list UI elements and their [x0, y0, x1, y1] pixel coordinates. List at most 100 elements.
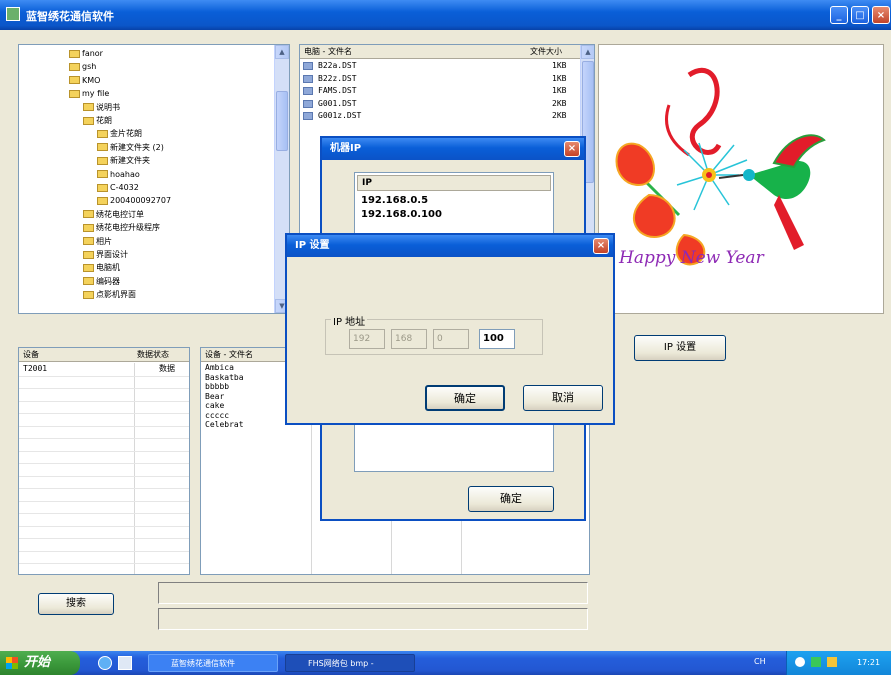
ip-setting-button[interactable]: IP 设置: [634, 335, 726, 361]
tree-item[interactable]: 绣花电控订单: [83, 210, 144, 220]
status-field-2: [158, 608, 588, 630]
quicklaunch-ie-icon[interactable]: [98, 656, 112, 670]
scroll-thumb[interactable]: [276, 91, 288, 151]
device-row[interactable]: T2001 数据: [19, 363, 189, 375]
preview-caption: Happy New Year: [618, 248, 765, 268]
tree-item[interactable]: fanor: [69, 49, 103, 59]
taskbar-task-app[interactable]: 蓝智绣花通信软件: [148, 654, 278, 672]
col-data-status[interactable]: 数据状态: [137, 348, 169, 361]
tree-item[interactable]: 界面设计: [83, 250, 128, 260]
tree-item[interactable]: 金片花朗: [97, 129, 142, 139]
maximize-icon[interactable]: □: [851, 6, 869, 24]
device-list[interactable]: T2001 数据: [19, 363, 189, 574]
ip-list-dialog-title[interactable]: 机器IP: [322, 138, 584, 160]
language-indicator[interactable]: CH: [754, 657, 766, 666]
close-icon[interactable]: ×: [593, 238, 609, 254]
tree-item[interactable]: 新建文件夹 (2): [97, 143, 164, 153]
taskbar-task-image[interactable]: FHS网络包 bmp -: [285, 654, 415, 672]
device-file-name: Baskatba: [205, 372, 244, 382]
tree-item-label: 金片花朗: [110, 129, 142, 139]
clock[interactable]: 17:21: [857, 658, 880, 667]
tree-item-label: 相片: [96, 236, 112, 246]
grid-line: [19, 400, 189, 402]
quicklaunch-desktop-icon[interactable]: [118, 656, 132, 670]
tray-icon[interactable]: [795, 657, 805, 667]
tree-item[interactable]: hoahao: [97, 170, 140, 180]
tree-item[interactable]: 200400092707: [97, 196, 171, 206]
file-row[interactable]: FAMS.DST 1KB: [300, 85, 580, 97]
folder-icon: [69, 49, 80, 58]
start-label: 开始: [24, 655, 51, 670]
ip-setting-dialog-title-text: IP 设置: [295, 240, 330, 251]
tree-item[interactable]: 编码器: [83, 277, 120, 287]
ip-octet-1[interactable]: 192: [349, 329, 385, 349]
folder-icon: [97, 170, 108, 179]
folder-icon: [83, 263, 94, 272]
tree-item-label: 新建文件夹 (2): [110, 142, 164, 152]
tree-item[interactable]: 电脑机: [83, 263, 120, 273]
tree-item[interactable]: 点影机界面: [83, 290, 136, 300]
file-row[interactable]: B22z.DST 1KB: [300, 73, 580, 85]
device-list-panel[interactable]: 设备 数据状态 T2001 数据: [18, 347, 190, 575]
col-ip[interactable]: IP: [357, 175, 551, 191]
grid-line: [19, 500, 189, 502]
ip-setting-dialog-title[interactable]: IP 设置: [287, 235, 613, 257]
file-row[interactable]: G001z.DST 2KB: [300, 110, 580, 122]
col-device-file-name[interactable]: 设备 - 文件名: [205, 348, 253, 361]
close-icon[interactable]: ×: [872, 6, 890, 24]
col-file-name[interactable]: 电脑 - 文件名: [304, 45, 352, 58]
col-device[interactable]: 设备: [23, 348, 39, 361]
file-size: 1KB: [552, 73, 567, 83]
window-titlebar[interactable]: 蓝智绣花通信软件 _ □ ×: [0, 0, 891, 30]
tree-item[interactable]: my file: [69, 89, 109, 99]
tree-item-label: 电脑机: [96, 263, 120, 273]
tray-icon[interactable]: [827, 657, 837, 667]
file-row[interactable]: G001.DST 2KB: [300, 98, 580, 110]
tree-item-label: 绣花电控订单: [96, 209, 144, 219]
grid-line: [19, 525, 189, 527]
tree-item[interactable]: 花朗: [83, 116, 112, 126]
tree-item[interactable]: 新建文件夹: [97, 156, 150, 166]
file-icon: [303, 62, 313, 70]
tree-item[interactable]: KMO: [69, 76, 100, 86]
ip-octet-2[interactable]: 168: [391, 329, 427, 349]
device-file-name: Bear: [205, 391, 225, 401]
tree-item-label: my file: [82, 89, 110, 99]
tree-item[interactable]: gsh: [69, 62, 96, 72]
start-button[interactable]: 开始: [0, 651, 80, 675]
tree-item[interactable]: 绣花电控升级程序: [83, 223, 160, 233]
windows-logo-icon: [6, 657, 18, 669]
file-size: 2KB: [552, 98, 567, 108]
folder-icon: [83, 223, 94, 232]
tree-item-label: 编码器: [96, 276, 120, 286]
ip-setting-dialog[interactable]: IP 设置 × IP 地址 192 168 0 100 确定 取消: [285, 233, 615, 425]
file-name: G001.DST: [318, 98, 357, 108]
device-file-name: cake: [205, 401, 225, 410]
close-icon[interactable]: ×: [564, 141, 580, 157]
window-title: 蓝智绣花通信软件: [26, 10, 114, 23]
tree-item[interactable]: 相片: [83, 237, 112, 247]
tree-item-label: 绣花电控升级程序: [96, 223, 160, 233]
tree-item[interactable]: 说明书: [83, 103, 120, 113]
folder-icon: [83, 103, 94, 112]
ip-cancel-button[interactable]: 取消: [523, 385, 603, 411]
scroll-up-icon[interactable]: ▲: [275, 45, 289, 59]
ip-octet-4[interactable]: 100: [479, 329, 515, 349]
file-row[interactable]: B22a.DST 1KB: [300, 60, 580, 72]
scroll-up-icon[interactable]: ▲: [581, 45, 594, 59]
file-icon: [303, 74, 313, 83]
search-button[interactable]: 搜索: [38, 593, 114, 615]
ip-list-item[interactable]: 192.168.0.5: [361, 195, 428, 206]
file-size: 1KB: [552, 86, 567, 95]
file-icon: [303, 112, 313, 120]
minimize-icon[interactable]: _: [830, 6, 848, 24]
tray-icon[interactable]: [811, 657, 821, 667]
folder-tree-panel[interactable]: fanor gsh KMO my file 说明书花朗金片花朗新建文件夹 (2) 新建文件…: [18, 44, 290, 314]
ip-ok-button[interactable]: 确定: [425, 385, 505, 411]
ip-octet-3[interactable]: 0: [433, 329, 469, 349]
col-file-size[interactable]: 文件大小: [530, 45, 562, 58]
folder-icon: [83, 210, 94, 219]
tree-item[interactable]: C-4032: [97, 183, 139, 193]
ip-list-ok-button[interactable]: 确定: [468, 486, 554, 512]
ip-list-item[interactable]: 192.168.0.100: [361, 209, 442, 220]
